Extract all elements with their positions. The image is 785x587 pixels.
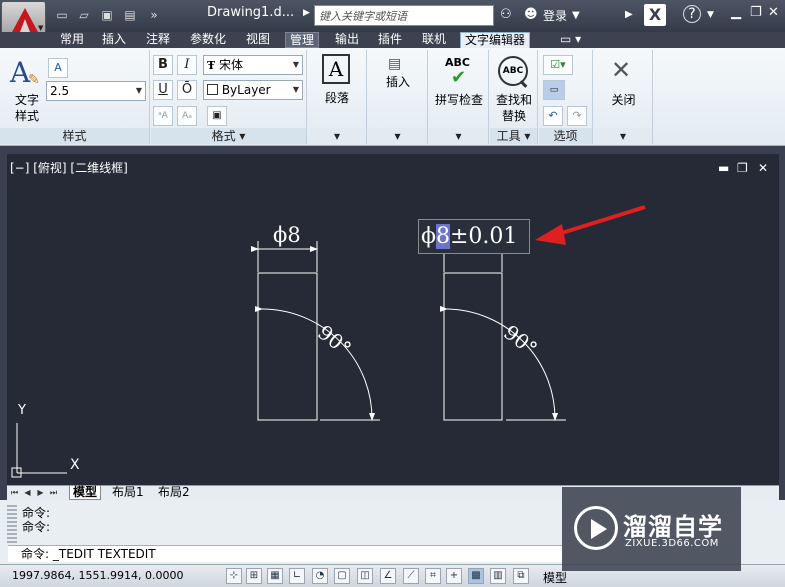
dynamic-ucs-icon[interactable]: ⟋ (403, 568, 419, 584)
edit-suffix: ±0.01 (450, 224, 518, 249)
left-rectangle (257, 272, 318, 421)
layout-tab-2[interactable]: 布局2 (155, 486, 193, 500)
snap-mode-icon[interactable]: ⊞ (246, 568, 262, 584)
3d-osnap-icon[interactable]: ◫ (357, 568, 373, 584)
osnap-icon[interactable]: ▢ (334, 568, 350, 584)
ucs-x-label: X (70, 457, 80, 473)
left-diameter-dimension[interactable]: ϕ8 (273, 223, 301, 247)
selection-cycling-icon[interactable]: ⧉ (513, 568, 529, 584)
grid-icon[interactable]: ▦ (267, 568, 283, 584)
ucs-icon (11, 423, 67, 478)
edit-prefix: ϕ (421, 224, 436, 249)
lineweight-icon[interactable]: + (446, 568, 462, 584)
watermark-logo-icon (574, 506, 618, 550)
edit-selected-text[interactable]: 8 (436, 224, 450, 249)
dynamic-input-icon[interactable]: ⌗ (425, 568, 441, 584)
command-history-line: 命令: (22, 506, 51, 520)
watermark-url: ZIXUE.3D66.COM (625, 538, 719, 549)
right-angle-arc (439, 305, 559, 421)
model-space-toggle[interactable]: 模型 (543, 569, 567, 586)
red-pointer-arrow (535, 205, 646, 245)
ortho-icon[interactable]: ∟ (289, 568, 305, 584)
ucs-y-label: Y (18, 403, 26, 418)
command-history-line: 命令: (22, 520, 51, 534)
first-layout-icon[interactable]: ⏮ (9, 487, 20, 499)
next-layout-icon[interactable]: ▶ (35, 487, 46, 499)
prev-layout-icon[interactable]: ◀ (22, 487, 33, 499)
quick-properties-icon[interactable]: ▥ (490, 568, 506, 584)
play-icon (591, 519, 607, 539)
command-window-grip[interactable] (7, 505, 17, 545)
layout-tab-1[interactable]: 布局1 (109, 486, 147, 500)
otrack-icon[interactable]: ∠ (380, 568, 396, 584)
layout-tab-model[interactable]: 模型 (69, 486, 102, 500)
transparency-icon[interactable]: ▩ (468, 568, 484, 584)
watermark: 溜溜自学 ZIXUE.3D66.COM (562, 487, 741, 571)
infer-constraints-icon[interactable]: ⊹ (226, 568, 242, 584)
watermark-title: 溜溜自学 (623, 513, 723, 541)
command-input[interactable]: 命令: _TEDIT TEXTEDIT (8, 545, 563, 562)
inplace-text-editor[interactable]: ϕ8±0.01 (418, 219, 530, 254)
cursor-coordinates[interactable]: 1997.9864, 1551.9914, 0.0000 (12, 569, 183, 582)
polar-icon[interactable]: ◔ (312, 568, 328, 584)
right-rectangle (443, 272, 503, 421)
last-layout-icon[interactable]: ⏭ (48, 487, 59, 499)
